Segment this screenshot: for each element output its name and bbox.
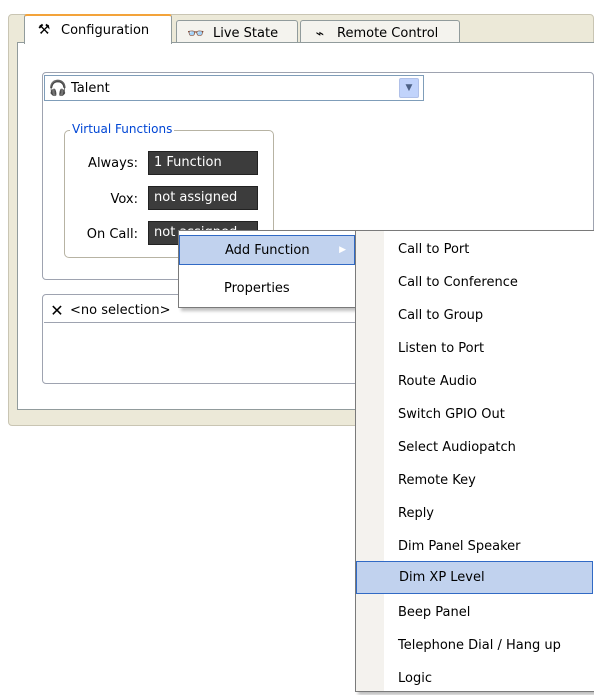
close-icon: ✕ [50, 300, 64, 320]
menu-item-properties[interactable]: Properties [179, 273, 355, 303]
tab-configuration[interactable]: ⚒ Configuration [24, 14, 172, 44]
menu-item-dim-panel-speaker[interactable]: Dim Panel Speaker [356, 530, 593, 563]
menu-item-listen-to-port[interactable]: Listen to Port [356, 332, 593, 365]
tools-icon: ⚒ [37, 22, 51, 38]
menu-item-call-to-port[interactable]: Call to Port [356, 233, 593, 266]
menu-item-label: Logic [398, 671, 432, 686]
menu-item-logic[interactable]: Logic [356, 662, 593, 695]
tab-label: Configuration [61, 22, 150, 38]
context-menu: Add Function ▶ Properties [178, 230, 358, 308]
menu-item-label: Listen to Port [398, 341, 485, 356]
menu-item-label: Remote Key [398, 473, 476, 488]
menu-item-label: Call to Conference [398, 275, 518, 290]
tab-label: Live State [213, 26, 279, 41]
menu-item-label: Route Audio [398, 374, 477, 389]
chevron-down-icon[interactable]: ▼ [399, 78, 419, 98]
add-function-submenu: Call to Port Call to Conference Call to … [355, 230, 594, 692]
menu-item-add-function[interactable]: Add Function ▶ [179, 235, 355, 265]
menu-item-label: Add Function [225, 242, 310, 258]
menu-item-label: Telephone Dial / Hang up [398, 638, 561, 653]
talent-label: Talent [71, 80, 110, 96]
vox-value[interactable]: not assigned [148, 186, 258, 210]
menu-item-beep-panel[interactable]: Beep Panel [356, 596, 593, 629]
always-value[interactable]: 1 Function [148, 151, 258, 175]
always-label: Always: [88, 156, 138, 171]
talent-dropdown[interactable]: 🎧 Talent ▼ [44, 75, 424, 101]
menu-item-switch-gpio-out[interactable]: Switch GPIO Out [356, 398, 593, 431]
menu-item-route-audio[interactable]: Route Audio [356, 365, 593, 398]
remote-icon: ⌁ [315, 25, 325, 42]
menu-item-label: Switch GPIO Out [398, 407, 505, 422]
chevron-right-icon: ▶ [339, 245, 346, 255]
menu-item-label: Beep Panel [398, 605, 471, 620]
menu-item-call-to-group[interactable]: Call to Group [356, 299, 593, 332]
menu-item-label: Call to Port [398, 242, 470, 257]
selection-label: <no selection> [70, 302, 171, 318]
menu-item-label: Dim Panel Speaker [398, 539, 521, 554]
menu-item-remote-key[interactable]: Remote Key [356, 464, 593, 497]
headset-icon: 🎧 [48, 79, 68, 97]
menu-item-reply[interactable]: Reply [356, 497, 593, 530]
virtual-functions-title: Virtual Functions [70, 122, 175, 136]
menu-item-label: Reply [398, 506, 435, 521]
on-call-label: On Call: [86, 227, 138, 242]
vox-label: Vox: [110, 192, 138, 207]
menu-item-label: Select Audiopatch [398, 440, 516, 455]
menu-item-dim-xp-level[interactable]: Dim XP Level [356, 561, 593, 594]
menu-item-call-to-conference[interactable]: Call to Conference [356, 266, 593, 299]
menu-item-label: Call to Group [398, 308, 484, 323]
tab-label: Remote Control [337, 26, 439, 41]
menu-item-label: Properties [224, 280, 290, 296]
menu-item-select-audiopatch[interactable]: Select Audiopatch [356, 431, 593, 464]
menu-item-label: Dim XP Level [399, 570, 485, 585]
glasses-icon: 👓 [187, 25, 205, 42]
menu-item-telephone-dial[interactable]: Telephone Dial / Hang up [356, 629, 593, 662]
